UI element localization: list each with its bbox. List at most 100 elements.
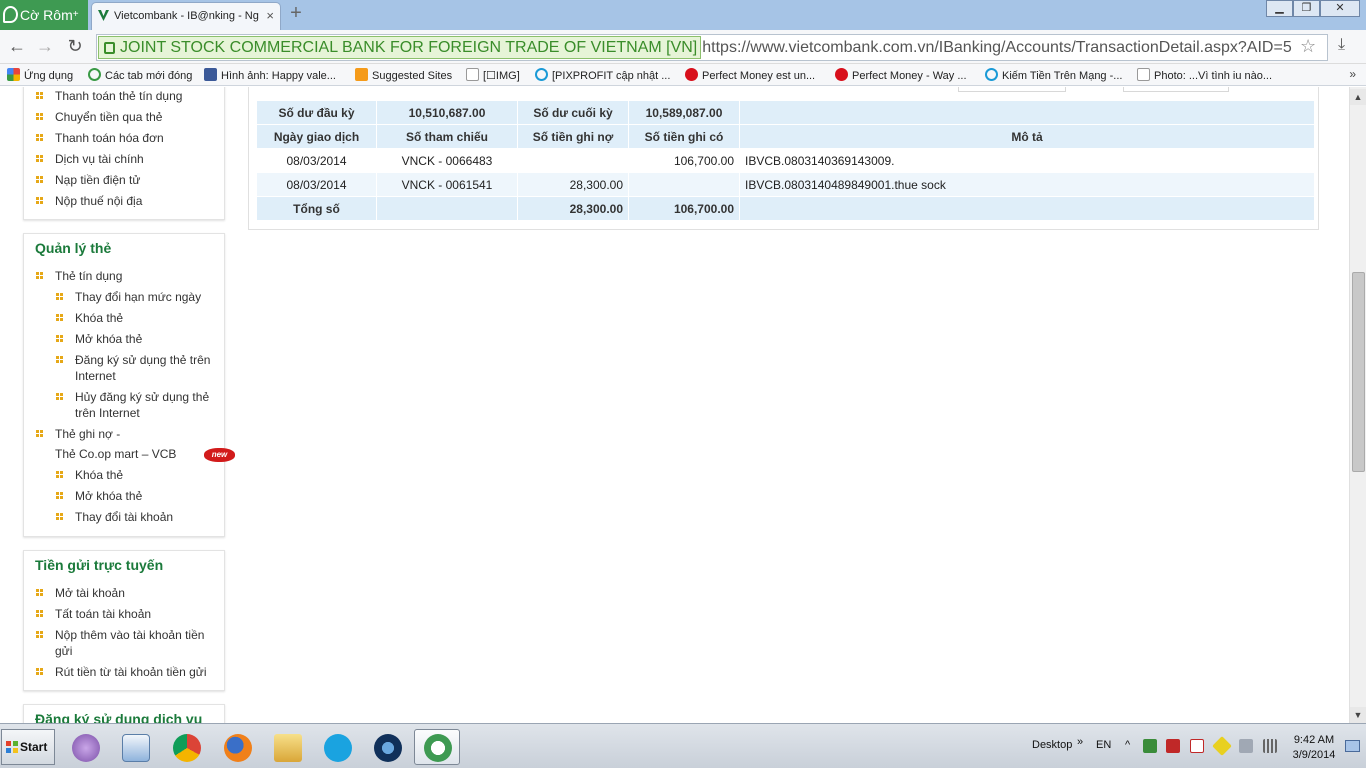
bullet-icon xyxy=(36,668,43,675)
sidebar-item-financial-services[interactable]: Dịch vụ tài chính xyxy=(24,151,224,172)
bookmark-perfect-money-1[interactable]: Perfect Money est un... xyxy=(685,68,815,82)
sidebar-item-coop-card[interactable]: Thẻ Co.op mart – VCB new xyxy=(24,446,235,467)
sidebar-item-settle-account[interactable]: Tất toán tài khoản xyxy=(24,606,224,627)
sidebar-item-lock-credit-card[interactable]: Khóa thẻ xyxy=(24,310,224,331)
forward-button[interactable]: → xyxy=(34,36,56,58)
volume-tray-icon[interactable] xyxy=(1239,739,1253,753)
ev-certificate-badge[interactable]: JOINT STOCK COMMERCIAL BANK FOR FOREIGN … xyxy=(98,36,702,59)
bullet-icon xyxy=(36,92,43,99)
bookmark-label: Perfect Money - Way ... xyxy=(852,70,967,82)
signal-tray-icon[interactable] xyxy=(1263,739,1277,753)
taskbar-explorer[interactable] xyxy=(264,729,310,765)
close-window-button[interactable]: ✕ xyxy=(1320,0,1360,17)
system-clock[interactable]: 9:42 AM 3/9/2014 xyxy=(1286,733,1342,763)
desktop-toolbar-label[interactable]: Desktop xyxy=(1032,739,1072,751)
bookmark-suggested-sites[interactable]: Suggested Sites xyxy=(355,68,452,82)
sidebar-item-label: Chuyển tiền qua thẻ xyxy=(55,110,163,124)
start-button[interactable]: Start xyxy=(1,729,55,765)
bookmark-kiem-tien[interactable]: Kiếm Tiền Trên Mạng -... xyxy=(985,68,1122,82)
date-from-field-bottom[interactable] xyxy=(958,87,1066,92)
minimize-button[interactable]: ▁ xyxy=(1266,0,1293,17)
scroll-down-arrow-icon[interactable]: ▼ xyxy=(1350,707,1366,723)
bullet-icon xyxy=(36,155,43,162)
sidebar-panel-online-deposit: Tiền gửi trực tuyến Mở tài khoản Tất toá… xyxy=(23,550,225,691)
total-reference-empty xyxy=(377,197,517,220)
windows-flag-icon xyxy=(6,741,18,753)
restore-button[interactable]: ❐ xyxy=(1293,0,1320,17)
date-to-field-bottom[interactable] xyxy=(1123,87,1229,92)
bookmark-label: [PIXPROFIT cập nhật ... xyxy=(552,70,671,82)
vietkey-tray-icon[interactable] xyxy=(1190,739,1204,753)
taskbar-skype[interactable] xyxy=(314,729,360,765)
download-icon[interactable]: ⤓ xyxy=(1338,36,1345,54)
sidebar-item-change-daily-limit[interactable]: Thay đổi hạn mức ngày xyxy=(24,289,224,310)
bookmark-img[interactable]: [☐IMG] xyxy=(466,68,520,82)
sidebar-item-lock-debit-card[interactable]: Khóa thẻ xyxy=(24,467,224,488)
total-description-empty xyxy=(740,197,1314,220)
taskbar-yahoo-messenger[interactable] xyxy=(62,729,108,765)
tab-vietcombank[interactable]: Vietcombank - IB@nking - Ng × xyxy=(91,2,281,30)
sidebar-item-change-account[interactable]: Thay đổi tài khoản xyxy=(24,509,224,530)
bullet-icon xyxy=(36,631,43,638)
sidebar-item-bill-payment[interactable]: Thanh toán hóa đơn xyxy=(24,130,224,151)
language-indicator[interactable]: EN xyxy=(1096,739,1111,751)
desktop-toolbar-expand-icon[interactable]: » xyxy=(1077,736,1083,748)
sidebar-item-credit-payment[interactable]: Thanh toán thẻ tín dụng xyxy=(24,88,224,109)
bookmarks-overflow-chevron-icon[interactable]: » xyxy=(1349,67,1356,81)
antivirus-tray-icon[interactable] xyxy=(1166,739,1180,753)
reload-button[interactable]: ↻ xyxy=(64,36,86,58)
sidebar-item-label: Mở khóa thẻ xyxy=(75,489,143,503)
sidebar-item-debit-card[interactable]: Thẻ ghi nợ - xyxy=(24,426,224,446)
panel-title-service-registration[interactable]: Đăng ký sử dụng dịch vụ xyxy=(24,705,224,723)
taskbar-coccoc-browser[interactable] xyxy=(414,729,460,765)
tray-expand-icon[interactable]: ^ xyxy=(1125,739,1130,751)
bullet-icon xyxy=(56,293,63,300)
sidebar-item-unlock-debit-card[interactable]: Mở khóa thẻ xyxy=(24,488,224,509)
sidebar-item-cancel-internet-use[interactable]: Hủy đăng ký sử dụng thẻ trên Internet xyxy=(24,389,224,426)
page-viewport: Thanh toán thẻ tín dụng Chuyển tiền qua … xyxy=(0,87,1349,723)
network-tray-icon[interactable] xyxy=(1143,739,1157,753)
alert-tray-icon[interactable] xyxy=(1212,736,1232,756)
taskbar-chrome[interactable] xyxy=(163,729,209,765)
back-button[interactable]: ← xyxy=(6,36,28,58)
page-scrollbar[interactable]: ▲ ▼ xyxy=(1349,87,1366,723)
bullet-icon xyxy=(56,356,63,363)
folder-icon xyxy=(274,734,302,762)
sidebar-item-withdraw-deposit[interactable]: Rút tiền từ tài khoản tiền gửi xyxy=(24,664,224,685)
scroll-up-arrow-icon[interactable]: ▲ xyxy=(1350,89,1366,105)
browser-brand-button[interactable]: Cờ Rôm+ xyxy=(0,0,88,30)
bookmark-star-icon[interactable]: ☆ xyxy=(1300,36,1316,57)
address-bar[interactable]: JOINT STOCK COMMERCIAL BANK FOR FOREIGN … xyxy=(96,34,1328,61)
page-icon xyxy=(1137,68,1150,81)
new-tab-button[interactable]: + xyxy=(286,3,306,24)
sidebar-item-domestic-tax[interactable]: Nộp thuế nội địa xyxy=(24,193,224,214)
sidebar-item-e-topup[interactable]: Nạp tiền điện tử xyxy=(24,172,224,193)
total-credit: 106,700.00 xyxy=(629,197,739,220)
bookmark-facebook[interactable]: Hình ảnh: Happy vale... xyxy=(204,68,336,82)
sidebar-panel-payments: Thanh toán thẻ tín dụng Chuyển tiền qua … xyxy=(23,87,225,220)
bookmark-apps[interactable]: Ứng dụng xyxy=(7,68,73,82)
sidebar-item-register-internet-use[interactable]: Đăng ký sử dụng thẻ trên Internet xyxy=(24,352,224,389)
sidebar-item-top-up-deposit[interactable]: Nộp thêm vào tài khoản tiền gửi xyxy=(24,627,224,664)
tab-close-icon[interactable]: × xyxy=(266,3,274,29)
taskbar-firefox[interactable] xyxy=(214,729,260,765)
bookmark-pixprofit[interactable]: [PIXPROFIT cập nhật ... xyxy=(535,68,670,82)
taskbar-media-player[interactable] xyxy=(112,729,158,765)
bullet-icon xyxy=(36,610,43,617)
sidebar-item-card-transfer[interactable]: Chuyển tiền qua thẻ xyxy=(24,109,224,130)
bookmark-photo[interactable]: Photo: ...Vì tình iu nào... xyxy=(1137,68,1272,82)
sidebar-panel-service-registration: Đăng ký sử dụng dịch vụ xyxy=(23,704,225,723)
scrollbar-thumb[interactable] xyxy=(1352,272,1365,472)
sidebar-item-label: Thanh toán hóa đơn xyxy=(55,131,164,145)
sidebar-item-unlock-credit-card[interactable]: Mở khóa thẻ xyxy=(24,331,224,352)
sidebar-item-open-account[interactable]: Mở tài khoản xyxy=(24,585,224,606)
start-label: Start xyxy=(20,740,48,754)
lock-icon xyxy=(104,42,115,54)
taskbar-media-center[interactable] xyxy=(364,729,410,765)
bookmark-perfect-money-2[interactable]: Perfect Money - Way ... xyxy=(835,68,967,82)
bookmark-recent-tabs[interactable]: Các tab mới đóng xyxy=(88,68,192,82)
sidebar-item-credit-card[interactable]: Thẻ tín dụng xyxy=(24,268,224,289)
sidebar-item-label: Thẻ Co.op mart – VCB xyxy=(55,447,177,461)
show-desktop-button[interactable] xyxy=(1345,740,1360,752)
bullet-icon xyxy=(56,492,63,499)
